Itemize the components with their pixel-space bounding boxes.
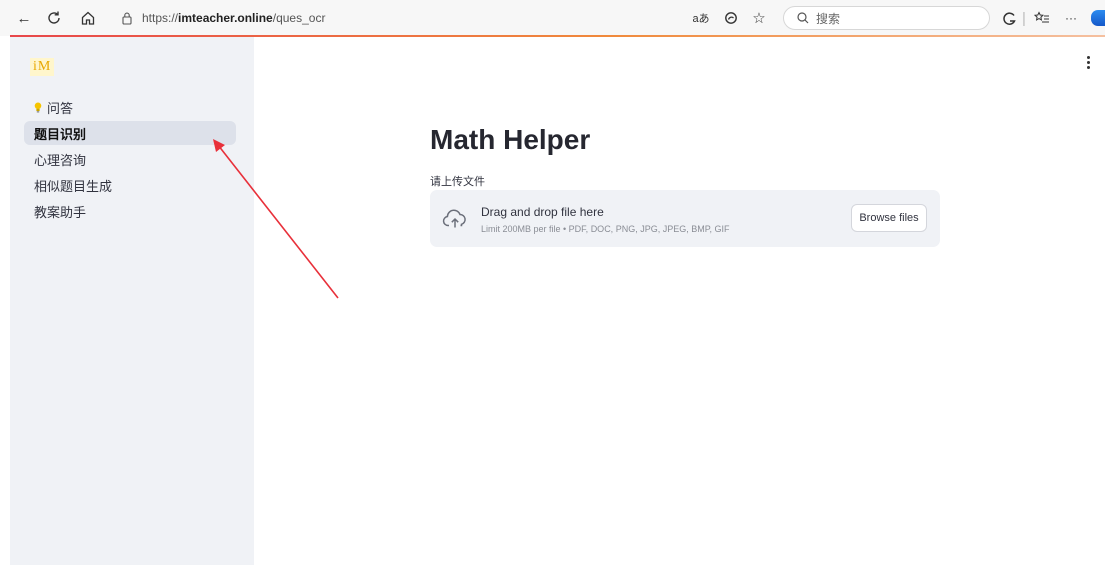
sidebar-item-lesson-plan[interactable]: 教案助手 [24, 199, 236, 223]
sidebar-item-similar-questions[interactable]: 相似题目生成 [24, 173, 236, 197]
main-menu-kebab-icon[interactable] [1083, 55, 1093, 71]
edge-sidebar-icon[interactable] [1091, 10, 1105, 26]
sidebar-item-label: 问答 [47, 100, 74, 116]
refresh-icon[interactable] [44, 8, 64, 28]
sidebar-item-label: 题目识别 [34, 126, 87, 142]
extension-icon[interactable] [722, 8, 740, 28]
file-dropzone[interactable]: Drag and drop file here Limit 200MB per … [430, 190, 940, 247]
more-menu-icon[interactable]: ··· [1062, 8, 1080, 28]
url-text[interactable]: https://imteacher.online/ques_ocr [142, 11, 325, 25]
address-bar[interactable]: https://imteacher.online/ques_ocr [110, 6, 670, 30]
dropzone-limit-text: Limit 200MB per file • PDF, DOC, PNG, JP… [481, 224, 730, 234]
back-icon[interactable]: ← [14, 8, 34, 28]
search-placeholder: 搜索 [816, 11, 841, 26]
page-title: Math Helper [430, 124, 591, 155]
favorites-list-icon[interactable] [1032, 8, 1052, 28]
home-icon[interactable] [78, 8, 98, 28]
browse-files-button[interactable]: Browse files [851, 204, 927, 232]
sidebar: iM 问答 题目识别 心理咨询 相似题目生成 教案助手 [10, 37, 254, 565]
lock-icon [122, 12, 132, 25]
cloud-upload-icon [442, 209, 466, 228]
search-icon [797, 12, 809, 24]
toolbar-divider: | [1022, 9, 1026, 27]
browser-toolbar: ← https://imteacher.online/ques_ocr aあ ☆… [0, 0, 1105, 37]
sidebar-item-label: 相似题目生成 [34, 178, 113, 194]
sidebar-item-qa[interactable]: 问答 [24, 95, 236, 119]
dropzone-title: Drag and drop file here [481, 205, 604, 219]
sidebar-item-label: 心理咨询 [34, 152, 87, 168]
sidebar-nav: 问答 题目识别 心理咨询 相似题目生成 教案助手 [24, 95, 236, 225]
lightbulb-icon [34, 102, 42, 112]
upload-label: 请上传文件 [430, 176, 485, 188]
sidebar-item-label: 教案助手 [34, 204, 87, 220]
search-box[interactable]: 搜索 [783, 6, 990, 30]
favorite-star-icon[interactable]: ☆ [750, 8, 768, 28]
sidebar-item-question-recognition[interactable]: 题目识别 [24, 121, 236, 145]
read-aloud-icon[interactable]: aあ [690, 8, 712, 28]
copilot-icon[interactable] [1000, 8, 1018, 28]
sidebar-item-counseling[interactable]: 心理咨询 [24, 147, 236, 171]
app-logo[interactable]: iM [30, 58, 55, 76]
